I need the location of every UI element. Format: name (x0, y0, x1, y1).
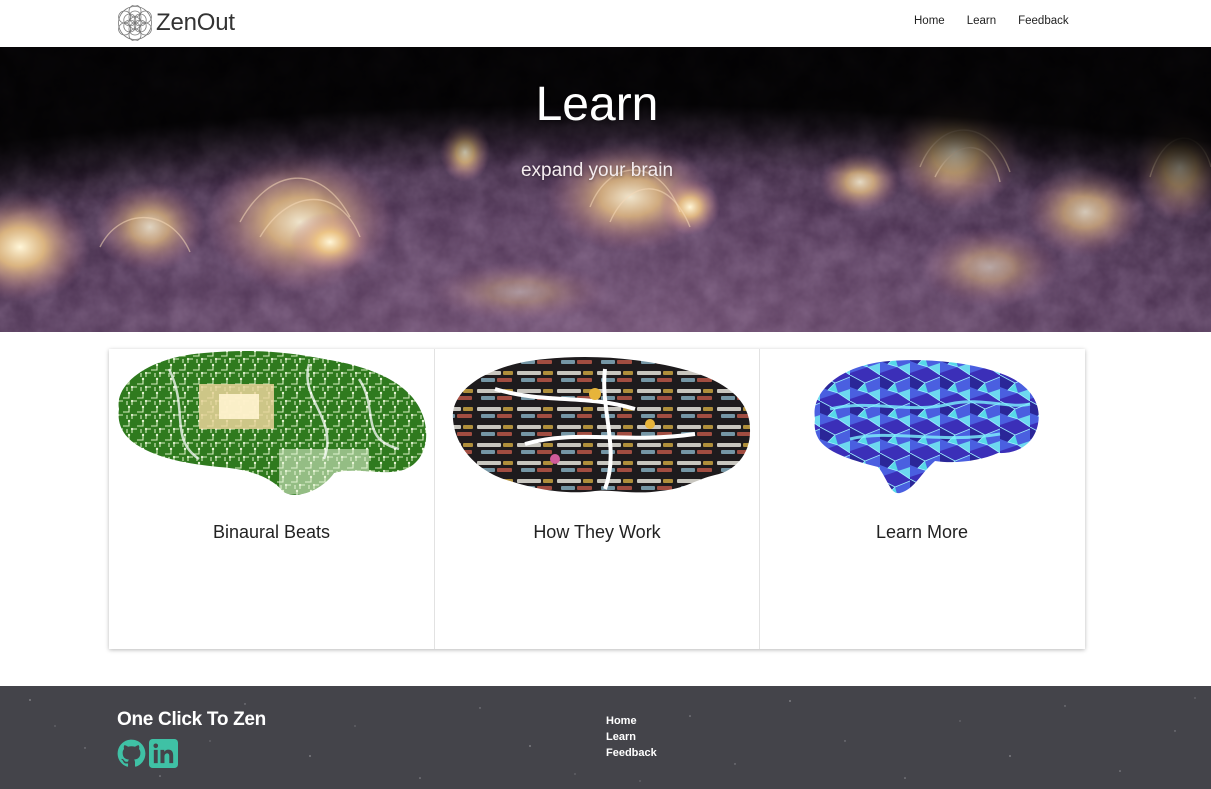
hero-banner: Learn expand your brain (0, 47, 1211, 332)
stained-glass-brain-illustration (760, 349, 1085, 504)
footer: One Click To Zen Home Learn Feedback (0, 686, 1211, 789)
footer-links: Home Learn Feedback (606, 713, 657, 761)
hero-title: Learn (535, 78, 659, 131)
footer-learn-link[interactable]: Learn (606, 729, 657, 745)
footer-home-link[interactable]: Home (606, 713, 657, 729)
github-icon[interactable] (117, 739, 146, 768)
card-binaural-beats[interactable]: Binaural Beats (109, 349, 434, 649)
card-title: How They Work (533, 522, 661, 542)
linkedin-icon[interactable] (149, 739, 178, 768)
circuit-brain-illustration (109, 349, 434, 504)
nav-links: Home Learn Feedback (914, 15, 1069, 31)
card-learn-more[interactable]: Learn More (759, 349, 1085, 649)
card-title: Binaural Beats (212, 522, 331, 542)
hero-subtitle: expand your brain (520, 160, 674, 181)
card-how-they-work[interactable]: How They Work (434, 349, 760, 649)
nav-home-link[interactable]: Home (914, 15, 945, 31)
nav-feedback-link[interactable]: Feedback (1018, 15, 1069, 31)
learn-cards: Binaural Beats How They Work Learn More (109, 349, 1085, 649)
brand-name: ZenOut (156, 9, 235, 36)
footer-title: One Click To Zen (117, 709, 266, 730)
flower-of-life-icon (118, 5, 152, 41)
brand-link[interactable]: ZenOut (117, 4, 235, 42)
navbar: ZenOut Home Learn Feedback (0, 0, 1211, 47)
footer-feedback-link[interactable]: Feedback (606, 745, 657, 761)
nav-learn-link[interactable]: Learn (967, 15, 996, 31)
social-links (117, 739, 178, 768)
word-cloud-brain-illustration (435, 349, 760, 504)
card-title: Learn More (875, 522, 969, 542)
